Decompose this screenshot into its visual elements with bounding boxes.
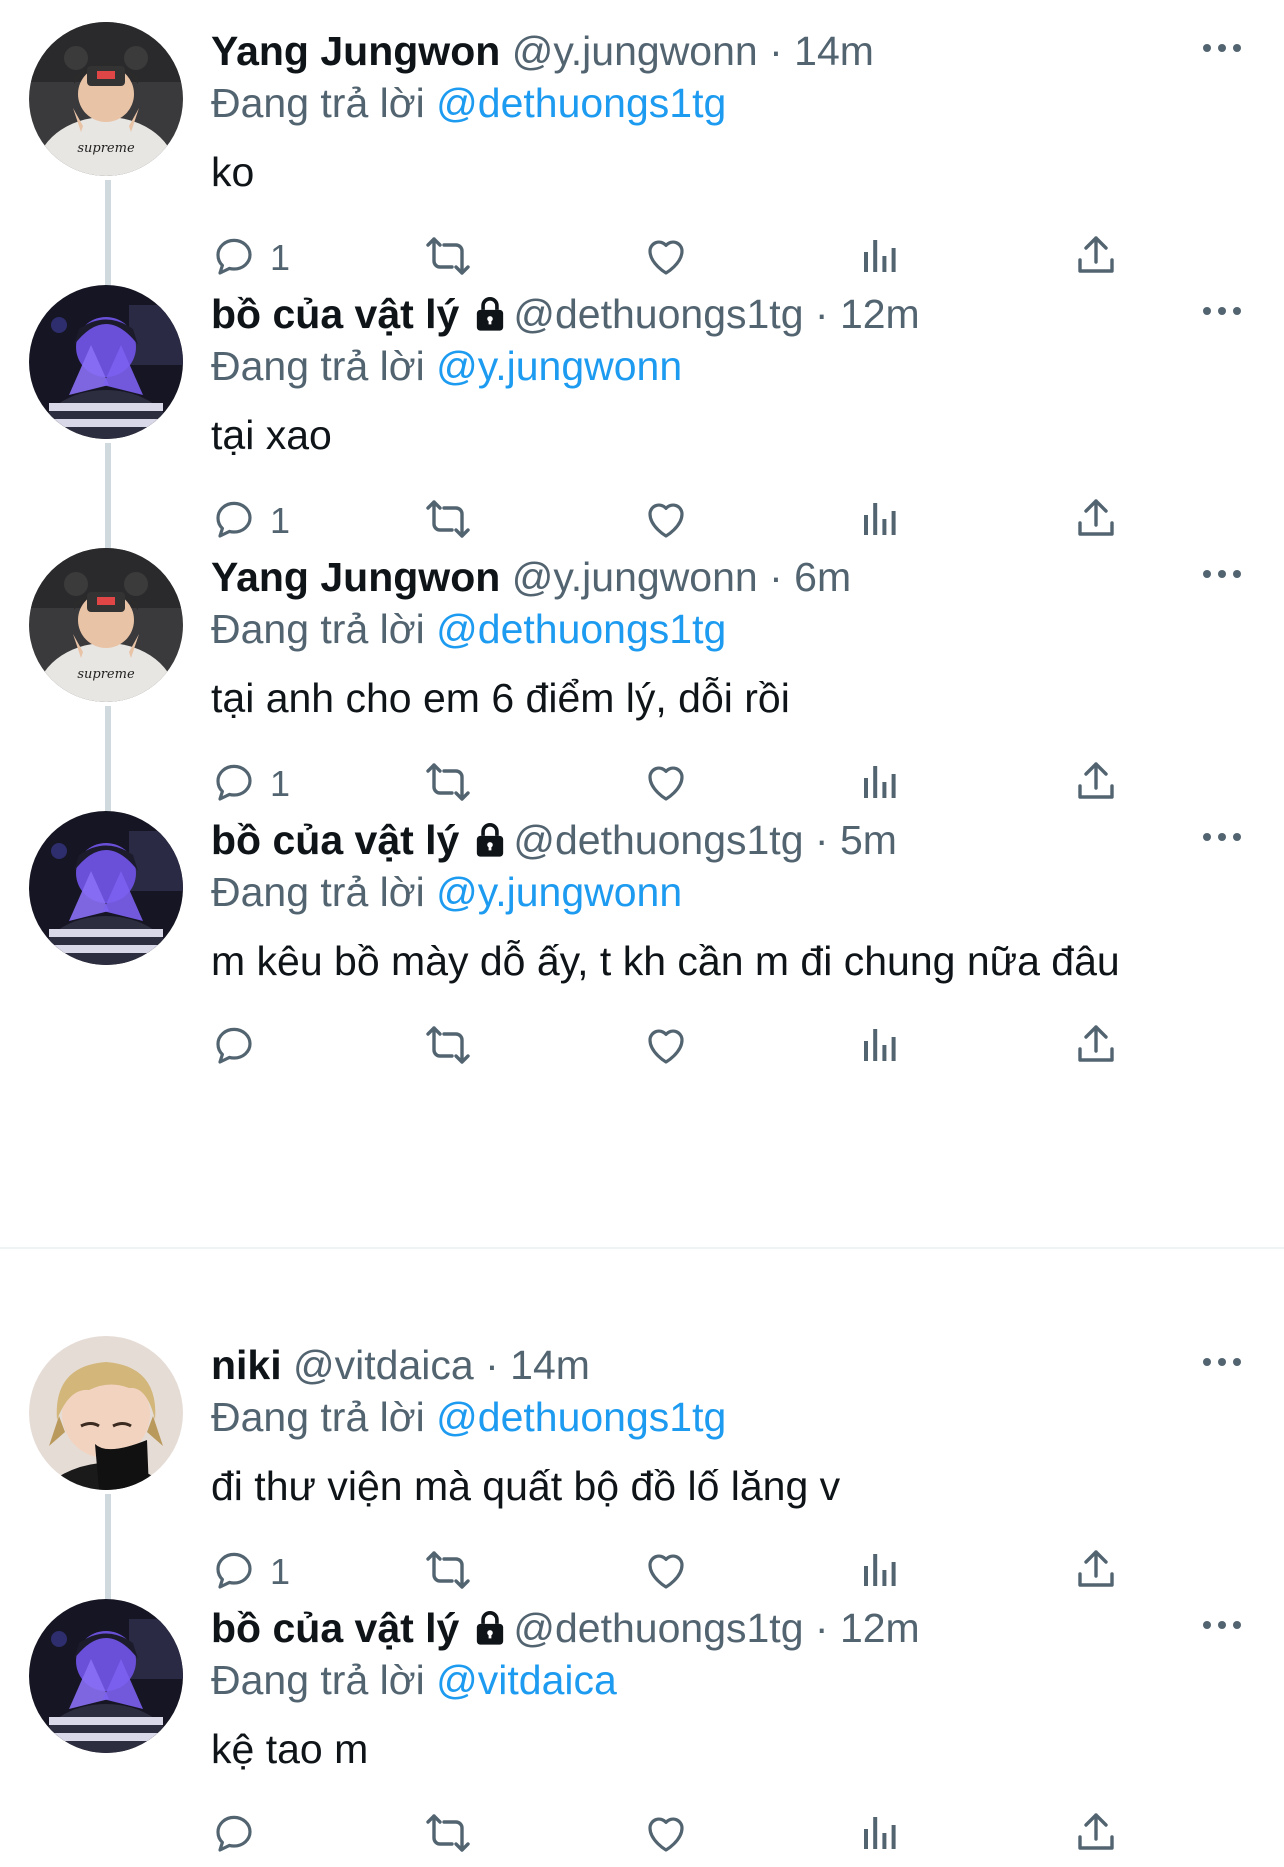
display-name[interactable]: niki [211, 1342, 282, 1388]
handle[interactable]: @dethuongs1tg [513, 817, 803, 863]
handle[interactable]: @dethuongs1tg [513, 291, 803, 337]
replying-to-label: Đang trả lời [211, 1394, 425, 1440]
tweet-header: bồ của vật lý @dethuongs1tg · 5m [211, 815, 897, 869]
views-button[interactable] [856, 1019, 904, 1075]
tweet-actions [0, 1019, 1284, 1079]
timestamp[interactable]: · 5m [815, 817, 897, 863]
tweet[interactable]: niki @vitdaica · 14m Đang trả lời @dethu… [0, 1314, 1284, 1592]
share-button[interactable] [1072, 1807, 1120, 1863]
views-icon [856, 1021, 904, 1074]
reply-icon [210, 1809, 258, 1862]
handle[interactable]: @y.jungwonn [512, 28, 758, 74]
handle[interactable]: @y.jungwonn [512, 554, 758, 600]
like-button[interactable] [642, 1807, 690, 1863]
tweet-header: niki @vitdaica · 14m [211, 1340, 590, 1390]
replying-to: Đang trả lời @dethuongs1tg [211, 78, 726, 128]
share-icon [1072, 1809, 1120, 1862]
lock-icon [473, 1607, 507, 1657]
avatar[interactable]: supreme [29, 22, 183, 176]
mention-link[interactable]: @y.jungwonn [436, 869, 682, 915]
more-icon[interactable] [1200, 36, 1244, 60]
share-icon [1072, 1021, 1120, 1074]
tweet-text: kệ tao m [211, 1726, 369, 1772]
avatar[interactable]: supreme [29, 548, 183, 702]
display-name[interactable]: bồ của vật lý [211, 817, 459, 863]
tweet-header: Yang Jungwon @y.jungwonn · 14m [211, 26, 874, 76]
avatar[interactable] [29, 1336, 183, 1490]
mention-link[interactable]: @dethuongs1tg [436, 1394, 726, 1440]
display-name[interactable]: bồ của vật lý [211, 291, 459, 337]
avatar[interactable] [29, 811, 183, 965]
tweet-actions [0, 1807, 1284, 1867]
tweet-text: tại xao [211, 412, 332, 458]
handle[interactable]: @dethuongs1tg [513, 1605, 803, 1651]
avatar[interactable] [29, 1599, 183, 1753]
share-button[interactable] [1072, 1019, 1120, 1075]
reply-button[interactable] [210, 1807, 270, 1863]
lock-icon [473, 819, 507, 869]
views-button[interactable] [856, 1807, 904, 1863]
display-name[interactable]: Yang Jungwon [211, 28, 500, 74]
tweet-header: bồ của vật lý @dethuongs1tg · 12m [211, 289, 920, 343]
tweet[interactable]: bồ của vật lý @dethuongs1tg · 12m Đang tr… [0, 263, 1284, 541]
tweet-text: m kêu bồ mày dỗ ấy, t kh cần m đi chung … [211, 938, 1120, 984]
replying-to-label: Đang trả lời [211, 606, 425, 652]
display-name[interactable]: Yang Jungwon [211, 554, 500, 600]
tweet[interactable]: bồ của vật lý @dethuongs1tg · 5m Đang trả… [0, 789, 1284, 1064]
more-icon[interactable] [1200, 1613, 1244, 1637]
replying-to: Đang trả lời @dethuongs1tg [211, 604, 726, 654]
tweet[interactable]: supreme Yang Jungwon @y.jungwonn · 14m Đ… [0, 0, 1284, 278]
mention-link[interactable]: @vitdaica [436, 1657, 617, 1703]
heart-icon [642, 1021, 690, 1074]
retweet-icon [424, 1021, 472, 1074]
mention-link[interactable]: @y.jungwonn [436, 343, 682, 389]
tweet[interactable]: supreme Yang Jungwon @y.jungwonn · 6m Đa… [0, 526, 1284, 804]
display-name[interactable]: bồ của vật lý [211, 1605, 459, 1651]
tweet-text: ko [211, 149, 255, 195]
more-icon[interactable] [1200, 562, 1244, 586]
tweet-text: tại anh cho em 6 điểm lý, dỗi rồi [211, 675, 790, 721]
timestamp[interactable]: · 12m [815, 291, 920, 337]
retweet-icon [424, 1809, 472, 1862]
reply-button[interactable] [210, 1019, 270, 1075]
more-icon[interactable] [1200, 825, 1244, 849]
more-icon[interactable] [1200, 299, 1244, 323]
tweet-header: bồ của vật lý @dethuongs1tg · 12m [211, 1603, 920, 1657]
replying-to: Đang trả lời @vitdaica [211, 1655, 617, 1705]
like-button[interactable] [642, 1019, 690, 1075]
thread-divider [0, 1247, 1284, 1249]
replying-to-label: Đang trả lời [211, 1657, 425, 1703]
tweet-text: đi thư viện mà quất bộ đồ lố lăng v [211, 1463, 841, 1509]
svg-text:supreme: supreme [77, 141, 135, 156]
timestamp[interactable]: · 14m [485, 1342, 590, 1388]
replying-to: Đang trả lời @y.jungwonn [211, 341, 682, 391]
tweet[interactable]: bồ của vật lý @dethuongs1tg · 12m Đang tr… [0, 1577, 1284, 1852]
replying-to-label: Đang trả lời [211, 80, 425, 126]
retweet-button[interactable] [424, 1807, 472, 1863]
replying-to-label: Đang trả lời [211, 869, 425, 915]
timestamp[interactable]: · 6m [769, 554, 851, 600]
lock-icon [473, 293, 507, 343]
replying-to: Đang trả lời @dethuongs1tg [211, 1392, 726, 1442]
tweet-header: Yang Jungwon @y.jungwonn · 6m [211, 552, 851, 602]
handle[interactable]: @vitdaica [293, 1342, 474, 1388]
replying-to-label: Đang trả lời [211, 343, 425, 389]
reply-icon [210, 1021, 258, 1074]
more-icon[interactable] [1200, 1350, 1244, 1374]
replying-to: Đang trả lời @y.jungwonn [211, 867, 682, 917]
retweet-button[interactable] [424, 1019, 472, 1075]
mention-link[interactable]: @dethuongs1tg [436, 606, 726, 652]
timestamp[interactable]: · 14m [769, 28, 874, 74]
mention-link[interactable]: @dethuongs1tg [436, 80, 726, 126]
views-icon [856, 1809, 904, 1862]
heart-icon [642, 1809, 690, 1862]
svg-text:supreme: supreme [77, 667, 135, 682]
avatar[interactable] [29, 285, 183, 439]
timestamp[interactable]: · 12m [815, 1605, 920, 1651]
